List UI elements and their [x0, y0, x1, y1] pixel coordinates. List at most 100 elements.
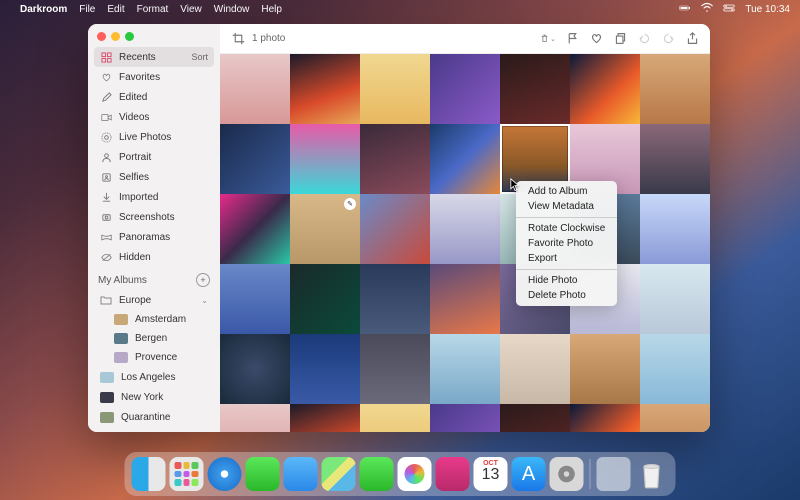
photo-thumbnail[interactable]	[640, 334, 710, 404]
album-bergen[interactable]: Bergen	[108, 329, 214, 348]
photo-thumbnail[interactable]	[570, 54, 640, 124]
dock-settings[interactable]	[550, 457, 584, 491]
heart-icon[interactable]	[588, 31, 604, 47]
album-los-angeles[interactable]: Los Angeles	[94, 367, 214, 387]
photo-thumbnail[interactable]	[220, 54, 290, 124]
menu-format[interactable]: Format	[137, 4, 169, 15]
photo-thumbnail[interactable]	[570, 334, 640, 404]
sidebar-item-selfies[interactable]: Selfies	[94, 167, 214, 187]
photo-thumbnail[interactable]	[290, 54, 360, 124]
dock-facetime[interactable]	[360, 457, 394, 491]
sidebar-item-edited[interactable]: Edited	[94, 87, 214, 107]
menu-item-export[interactable]: Export	[516, 251, 617, 266]
flag-icon[interactable]	[564, 31, 580, 47]
menu-window[interactable]: Window	[214, 4, 250, 15]
sidebar-item-panoramas[interactable]: Panoramas	[94, 227, 214, 247]
dock-safari[interactable]	[208, 457, 242, 491]
photo-thumbnail[interactable]	[430, 54, 500, 124]
folder-europe[interactable]: Europe ⌄	[94, 290, 214, 310]
menu-edit[interactable]: Edit	[107, 4, 124, 15]
wifi-icon[interactable]	[701, 2, 713, 17]
menu-item-add-to-album[interactable]: Add to Album	[516, 184, 617, 199]
sidebar-item-screenshots[interactable]: Screenshots	[94, 207, 214, 227]
menu-view[interactable]: View	[180, 4, 202, 15]
share-icon[interactable]	[684, 31, 700, 47]
photo-thumbnail[interactable]	[360, 334, 430, 404]
photo-thumbnail[interactable]	[290, 334, 360, 404]
photo-thumbnail[interactable]	[430, 194, 500, 264]
menu-file[interactable]: File	[79, 4, 95, 15]
photo-thumbnail[interactable]	[360, 54, 430, 124]
photo-thumbnail[interactable]	[640, 194, 710, 264]
close-button[interactable]	[97, 32, 106, 41]
album-new-york[interactable]: New York	[94, 387, 214, 407]
photo-thumbnail[interactable]	[640, 404, 710, 432]
trash-icon[interactable]: ⌄	[540, 31, 556, 47]
photo-thumbnail[interactable]	[220, 124, 290, 194]
photo-thumbnail[interactable]	[500, 334, 570, 404]
album-provence[interactable]: Provence	[108, 348, 214, 367]
sort-button[interactable]: Sort	[191, 52, 208, 62]
photo-thumbnail[interactable]	[640, 54, 710, 124]
sidebar-item-hidden[interactable]: Hidden	[94, 247, 214, 267]
menu-item-view-metadata[interactable]: View Metadata	[516, 199, 617, 214]
photo-thumbnail[interactable]	[360, 194, 430, 264]
photo-thumbnail[interactable]	[500, 54, 570, 124]
dock-finder[interactable]	[132, 457, 166, 491]
crop-icon[interactable]	[230, 31, 246, 47]
dock-launchpad[interactable]	[170, 457, 204, 491]
dock-photos[interactable]	[398, 457, 432, 491]
sidebar-item-live-photos[interactable]: Live Photos	[94, 127, 214, 147]
photo-thumbnail[interactable]	[500, 404, 570, 432]
photo-thumbnail[interactable]	[430, 124, 500, 194]
sidebar-item-portrait[interactable]: Portrait	[94, 147, 214, 167]
app-name[interactable]: Darkroom	[20, 4, 67, 15]
copy-icon[interactable]	[612, 31, 628, 47]
photo-thumbnail[interactable]	[640, 264, 710, 334]
dock-maps[interactable]	[322, 457, 356, 491]
photo-thumbnail[interactable]	[640, 124, 710, 194]
sidebar-item-videos[interactable]: Videos	[94, 107, 214, 127]
sidebar-item-favorites[interactable]: Favorites	[94, 67, 214, 87]
menu-item-rotate-clockwise[interactable]: Rotate Clockwise	[516, 221, 617, 236]
photo-thumbnail[interactable]	[220, 264, 290, 334]
zoom-button[interactable]	[125, 32, 134, 41]
clock[interactable]: Tue 10:34	[745, 4, 790, 15]
photo-thumbnail[interactable]	[220, 194, 290, 264]
album-quarantine[interactable]: Quarantine	[94, 407, 214, 427]
dock-calendar[interactable]: OCT13	[474, 457, 508, 491]
photo-thumbnail[interactable]	[360, 404, 430, 432]
photo-thumbnail[interactable]	[360, 264, 430, 334]
dock-trash[interactable]	[635, 457, 669, 491]
redo-icon[interactable]	[660, 31, 676, 47]
album-san-francisco[interactable]: San Francisco	[94, 427, 214, 432]
photo-thumbnail[interactable]	[360, 124, 430, 194]
control-center-icon[interactable]	[723, 2, 735, 17]
menu-help[interactable]: Help	[261, 4, 282, 15]
sidebar-item-recents[interactable]: RecentsSort	[94, 47, 214, 67]
dock-messages[interactable]	[246, 457, 280, 491]
minimize-button[interactable]	[111, 32, 120, 41]
undo-icon[interactable]	[636, 31, 652, 47]
menu-item-favorite-photo[interactable]: Favorite Photo	[516, 236, 617, 251]
sidebar-item-imported[interactable]: Imported	[94, 187, 214, 207]
dock-darkroom[interactable]	[436, 457, 470, 491]
album-amsterdam[interactable]: Amsterdam	[108, 310, 214, 329]
photo-thumbnail[interactable]	[570, 404, 640, 432]
photo-thumbnail[interactable]	[430, 404, 500, 432]
dock-downloads[interactable]	[597, 457, 631, 491]
photo-thumbnail[interactable]	[290, 404, 360, 432]
menu-item-delete-photo[interactable]: Delete Photo	[516, 288, 617, 303]
photo-thumbnail[interactable]	[290, 264, 360, 334]
photo-thumbnail[interactable]	[430, 264, 500, 334]
menu-item-hide-photo[interactable]: Hide Photo	[516, 273, 617, 288]
photo-thumbnail[interactable]	[290, 124, 360, 194]
photo-thumbnail[interactable]	[430, 334, 500, 404]
dock-appstore[interactable]: A	[512, 457, 546, 491]
dock-mail[interactable]	[284, 457, 318, 491]
battery-icon[interactable]	[679, 2, 691, 17]
photo-thumbnail[interactable]	[220, 334, 290, 404]
add-album-button[interactable]: +	[196, 273, 210, 287]
photo-thumbnail[interactable]: ✎	[290, 194, 360, 264]
photo-thumbnail[interactable]	[220, 404, 290, 432]
